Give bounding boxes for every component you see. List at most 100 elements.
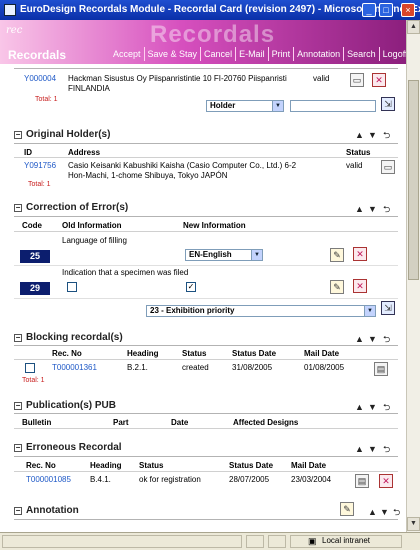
holder-view-icon[interactable]: ▭ — [350, 73, 364, 87]
collapse-toggle-icon[interactable]: − — [14, 443, 22, 452]
move-down-icon[interactable]: ▼ — [368, 444, 377, 454]
save-and-stay-link[interactable]: Save & Stay — [143, 47, 201, 61]
collapse-toggle-icon[interactable]: − — [14, 506, 22, 515]
edit-note-icon[interactable]: ✎ — [330, 280, 344, 294]
erroneous-header[interactable]: − Erroneous Recordal — [14, 442, 122, 453]
vertical-scrollbar[interactable]: ▲ ▼ — [406, 20, 420, 532]
column-header: Status — [182, 349, 207, 358]
print-link[interactable]: Print — [267, 47, 294, 61]
blocking-total: Total: 1 — [22, 377, 45, 384]
holder-id-link[interactable]: Y000004 — [24, 74, 56, 83]
add-annotation-icon[interactable]: ✎ — [340, 502, 354, 516]
minimize-button[interactable]: _ — [362, 3, 376, 17]
logoff-link[interactable]: Logoff — [378, 47, 406, 61]
row-select-checkbox[interactable] — [25, 363, 35, 373]
divider — [14, 143, 398, 144]
collapse-toggle-icon[interactable]: − — [14, 203, 22, 212]
open-document-icon[interactable]: ▤ — [355, 474, 369, 488]
banner-tag: rec — [6, 25, 23, 36]
blocking-mail-date: 01/08/2005 — [304, 363, 345, 372]
column-header: Heading — [90, 461, 122, 470]
publications-header[interactable]: − Publication(s) PUB — [14, 400, 116, 411]
move-up-icon[interactable]: ▲ — [355, 204, 364, 214]
holder-address: Hackman Sisustus Oy Piispanristintie 10 … — [68, 74, 287, 93]
divider — [14, 428, 398, 429]
move-down-icon[interactable]: ▼ — [368, 130, 377, 140]
search-link[interactable]: Search — [343, 47, 379, 61]
app-title: Recordals — [8, 48, 67, 62]
column-header: Address — [68, 148, 101, 157]
divider — [14, 216, 398, 217]
original-holder-address-line2: Hon-Machi, 1-chome Shibuya, Tokyo JAPÓN — [68, 171, 228, 180]
app-banner: rec Recordals Recordals Accept Save & St… — [0, 20, 406, 64]
annotation-link[interactable]: Annotation — [293, 47, 343, 61]
scroll-thumb[interactable] — [408, 80, 419, 280]
close-button[interactable]: × — [401, 3, 415, 17]
holder-delete-icon[interactable]: ✕ — [372, 73, 386, 87]
move-down-icon[interactable]: ▼ — [368, 334, 377, 344]
original-holder-view-icon[interactable]: ▭ — [381, 160, 395, 174]
blocking-rec-no-link[interactable]: T000001361 — [52, 363, 97, 372]
collapse-toggle-icon[interactable]: − — [14, 130, 22, 139]
move-down-icon[interactable]: ▼ — [368, 204, 377, 214]
divider — [14, 345, 398, 346]
scroll-down-icon[interactable]: ▼ — [407, 517, 420, 531]
move-down-icon[interactable]: ▼ — [368, 402, 377, 412]
scroll-up-icon[interactable]: ▲ — [407, 20, 420, 34]
erroneous-rec-no-link[interactable]: T000001085 — [26, 475, 71, 484]
column-header: ID — [24, 148, 32, 157]
correction-label: Indication that a specimen was filed — [62, 268, 189, 277]
section-title: Blocking recordal(s) — [26, 332, 123, 343]
email-link[interactable]: E-Mail — [235, 47, 268, 61]
open-document-icon[interactable]: ▤ — [374, 362, 388, 376]
window-title-bar[interactable]: EuroDesign Recordals Module - Recordal C… — [0, 0, 420, 20]
edit-note-icon[interactable]: ✎ — [330, 248, 344, 262]
original-holders-header[interactable]: − Original Holder(s) — [14, 129, 110, 140]
erroneous-heading: B.4.1. — [90, 475, 111, 484]
erroneous-status-date: 28/07/2005 — [229, 475, 270, 484]
move-up-icon[interactable]: ▲ — [355, 444, 364, 454]
divider — [14, 471, 398, 472]
delete-correction-icon[interactable]: ✕ — [353, 247, 367, 261]
column-header: Status — [346, 148, 371, 157]
maximize-button[interactable]: □ — [379, 3, 393, 17]
move-up-icon[interactable]: ▲ — [355, 334, 364, 344]
blocking-header[interactable]: − Blocking recordal(s) — [14, 332, 123, 343]
holder-total: Total: 1 — [35, 96, 58, 103]
move-up-icon[interactable]: ▲ — [355, 130, 364, 140]
column-header: Affected Designs — [233, 418, 299, 427]
column-header: Heading — [127, 349, 159, 358]
blocking-heading: B.2.1. — [127, 363, 148, 372]
section-title: Original Holder(s) — [26, 129, 111, 140]
divider — [14, 298, 398, 299]
old-specimen-checkbox[interactable] — [67, 282, 77, 292]
holder-pick-icon[interactable]: ⇲ — [381, 97, 395, 111]
move-down-icon[interactable]: ▼ — [380, 507, 389, 517]
accept-link[interactable]: Accept — [110, 47, 144, 61]
add-correction-icon[interactable]: ⇲ — [381, 301, 395, 315]
erroneous-status: ok for registration — [139, 475, 201, 484]
correction-header[interactable]: − Correction of Error(s) — [14, 202, 128, 213]
chevron-down-icon: ▼ — [251, 250, 262, 260]
move-up-icon[interactable]: ▲ — [355, 402, 364, 412]
add-correction-select[interactable]: 23 - Exhibition priority ▼ — [146, 305, 376, 317]
back-to-top-icon[interactable]: ⮌ — [383, 128, 390, 144]
ie-app-icon[interactable] — [4, 4, 16, 16]
cancel-link[interactable]: Cancel — [200, 47, 235, 61]
new-language-select[interactable]: EN-English ▼ — [185, 249, 263, 261]
original-holder-address-line1: Casio Keisanki Kabushiki Kaisha (Casio C… — [68, 161, 297, 170]
new-specimen-checkbox[interactable]: ✓ — [186, 282, 196, 292]
holder-search-input[interactable] — [290, 100, 376, 112]
annotation-header[interactable]: − Annotation — [14, 505, 79, 516]
move-up-icon[interactable]: ▲ — [368, 507, 377, 517]
original-holder-id-link[interactable]: Y091756 — [24, 161, 56, 170]
column-header: Status Date — [232, 349, 277, 358]
divider — [14, 359, 398, 360]
chevron-down-icon: ▼ — [364, 306, 375, 316]
collapse-toggle-icon[interactable]: − — [14, 333, 22, 342]
main-toolbar: Accept Save & Stay Cancel E-Mail Print A… — [110, 47, 406, 61]
collapse-toggle-icon[interactable]: − — [14, 401, 22, 410]
delete-correction-icon[interactable]: ✕ — [353, 279, 367, 293]
holder-type-select[interactable]: Holder ▼ — [206, 100, 284, 112]
delete-erroneous-icon[interactable]: ✕ — [379, 474, 393, 488]
